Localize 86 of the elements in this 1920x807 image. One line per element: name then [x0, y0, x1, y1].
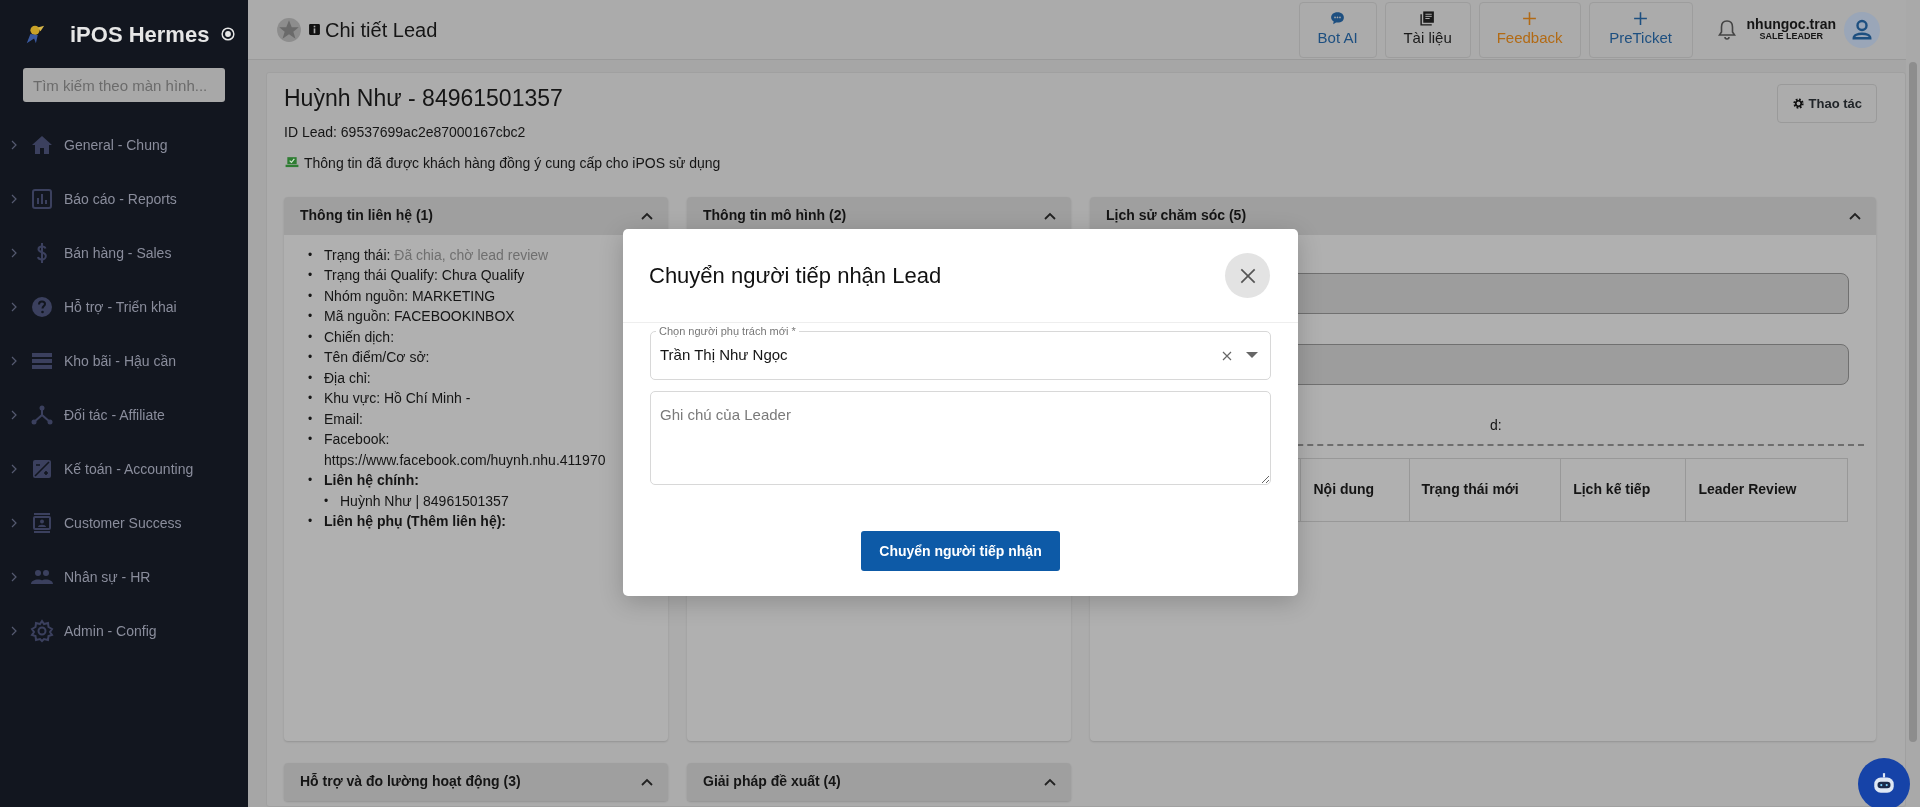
toolbar-button[interactable]: PreTicket [1588, 1, 1693, 58]
settings-icon [30, 619, 54, 643]
list-bullet: • [308, 287, 314, 305]
contact-field: Liên hệ chính: [324, 470, 419, 491]
list-bullet: • [308, 410, 314, 428]
chat-icon [1329, 9, 1347, 27]
card-title: Giải pháp đề xuất (4) [703, 772, 841, 791]
dropdown-icon[interactable] [1246, 351, 1258, 360]
column-header: Trạng thái mới [1409, 458, 1561, 521]
contact-field: Mã nguồn: FACEBOOKINBOX [324, 306, 515, 327]
consent-note: Thông tin đã được khách hàng đồng ý cung cấp cho iPOS sử dụng [304, 153, 721, 173]
user-role: SALE LEADER [1759, 32, 1824, 43]
chevron-icon[interactable] [1848, 210, 1862, 221]
sidebar-item[interactable]: Bán hàng - Sales [0, 226, 248, 280]
sidebar-item[interactable]: General - Chung [0, 118, 248, 172]
target-icon [221, 27, 236, 41]
sidebar-item[interactable]: Customer Success [0, 496, 248, 550]
search-field[interactable]: Tìm kiếm theo màn hình... [23, 68, 225, 102]
question-icon [30, 295, 54, 319]
sidebar-item[interactable]: Admin - Config [0, 604, 248, 658]
avatar-icon[interactable] [1844, 11, 1880, 48]
actions-button[interactable]: Thao tác [1776, 84, 1877, 123]
user-name: nhungoc.tran [1746, 16, 1836, 32]
plus-icon [1632, 9, 1650, 27]
close-button[interactable] [1225, 253, 1270, 298]
contact-field: Huỳnh Như | 84961501357 [340, 490, 509, 511]
home-icon [30, 133, 54, 157]
sidebar-item[interactable]: Nhân sự - HR [0, 550, 248, 604]
chart-icon [30, 187, 54, 211]
card-title: Thông tin liên hệ (1) [300, 206, 433, 225]
sidebar-item[interactable]: Hỗ trợ - Triển khai [0, 280, 248, 334]
laptop-check-icon [284, 156, 300, 170]
sidebar-item[interactable]: Kế toán - Accounting [0, 442, 248, 496]
sidebar-item[interactable]: Đối tác - Affiliate [0, 388, 248, 442]
brand-name: iPOS Hermes [70, 20, 210, 49]
list-bullet: • [308, 472, 314, 489]
contact-card-icon [30, 511, 54, 535]
network-icon [30, 403, 54, 427]
chevron-icon[interactable] [640, 776, 654, 787]
gear-icon [1791, 97, 1805, 110]
submit-button[interactable]: Chuyển người tiếp nhận [861, 531, 1060, 571]
ledger-icon [30, 457, 54, 481]
contact-field: Chiến dịch: [324, 326, 395, 347]
note-field[interactable]: Ghi chú của Leader [650, 391, 1271, 485]
list-bullet: • [308, 369, 314, 387]
list-bullet: • [308, 513, 314, 530]
sidebar-item[interactable]: Báo cáo - Reports [0, 172, 248, 226]
contact-field: Địa chỉ: [324, 367, 371, 388]
list-bullet: • [324, 492, 330, 510]
lead-id: ID Lead: 69537699ac2e87000167cbc2 [284, 122, 527, 142]
book-icon [1419, 9, 1437, 27]
column-header: Nội dung [1301, 458, 1410, 521]
clear-icon[interactable] [1221, 349, 1233, 362]
column-header: Leader Review [1685, 458, 1848, 521]
toolbar-button[interactable]: Bot AI [1298, 1, 1377, 58]
list-bullet: • [308, 390, 314, 407]
info-icon [308, 23, 321, 36]
modal-title: Chuyển người tiếp nhận Lead [649, 262, 942, 290]
list-bullet: • [308, 267, 314, 284]
list-bullet: • [308, 328, 314, 346]
toolbar-button[interactable]: Tài liệu [1384, 1, 1471, 58]
contact-field: Liên hệ phụ (Thêm liên hệ): [324, 511, 506, 532]
list-bullet: • [308, 431, 314, 448]
chevron-icon[interactable] [1043, 776, 1057, 787]
contact-field: Trạng thái Qualify: Chưa Qualify [324, 265, 525, 286]
chevron-icon[interactable] [1043, 210, 1057, 221]
page-title: Chi tiết Lead [325, 17, 438, 43]
list-bullet: • [308, 246, 314, 264]
column-header: Lịch kế tiếp [1560, 458, 1686, 521]
contact-field: Trạng thái: Đã chia, chờ lead review [324, 244, 549, 265]
card-title: Thông tin mô hình (2) [703, 206, 847, 225]
contact-field: Facebook: https://www.facebook.com/huynh.nhu.411970 [324, 429, 624, 470]
note-label: d: [1490, 416, 1502, 433]
card-title: Lịch sử chăm sóc (5) [1106, 206, 1247, 225]
list-bullet: • [308, 349, 314, 366]
contact-field: Nhóm nguồn: MARKETING [324, 285, 496, 306]
contact-field: Email: [324, 408, 363, 429]
chevron-icon[interactable] [640, 210, 654, 221]
card-title: Hỗ trợ và đo lường hoạt động (3) [300, 772, 521, 791]
contact-field: Khu vực: Hồ Chí Minh - [324, 388, 471, 409]
star-badge-icon [276, 16, 302, 43]
contact-field: Tên điểm/Cơ sở: [324, 347, 430, 368]
lead-title: Huỳnh Như - 84961501357 [284, 84, 564, 113]
list-bullet: • [308, 308, 314, 325]
sidebar-item[interactable]: Kho bãi - Hậu cần [0, 334, 248, 388]
plus-icon [1521, 9, 1539, 27]
